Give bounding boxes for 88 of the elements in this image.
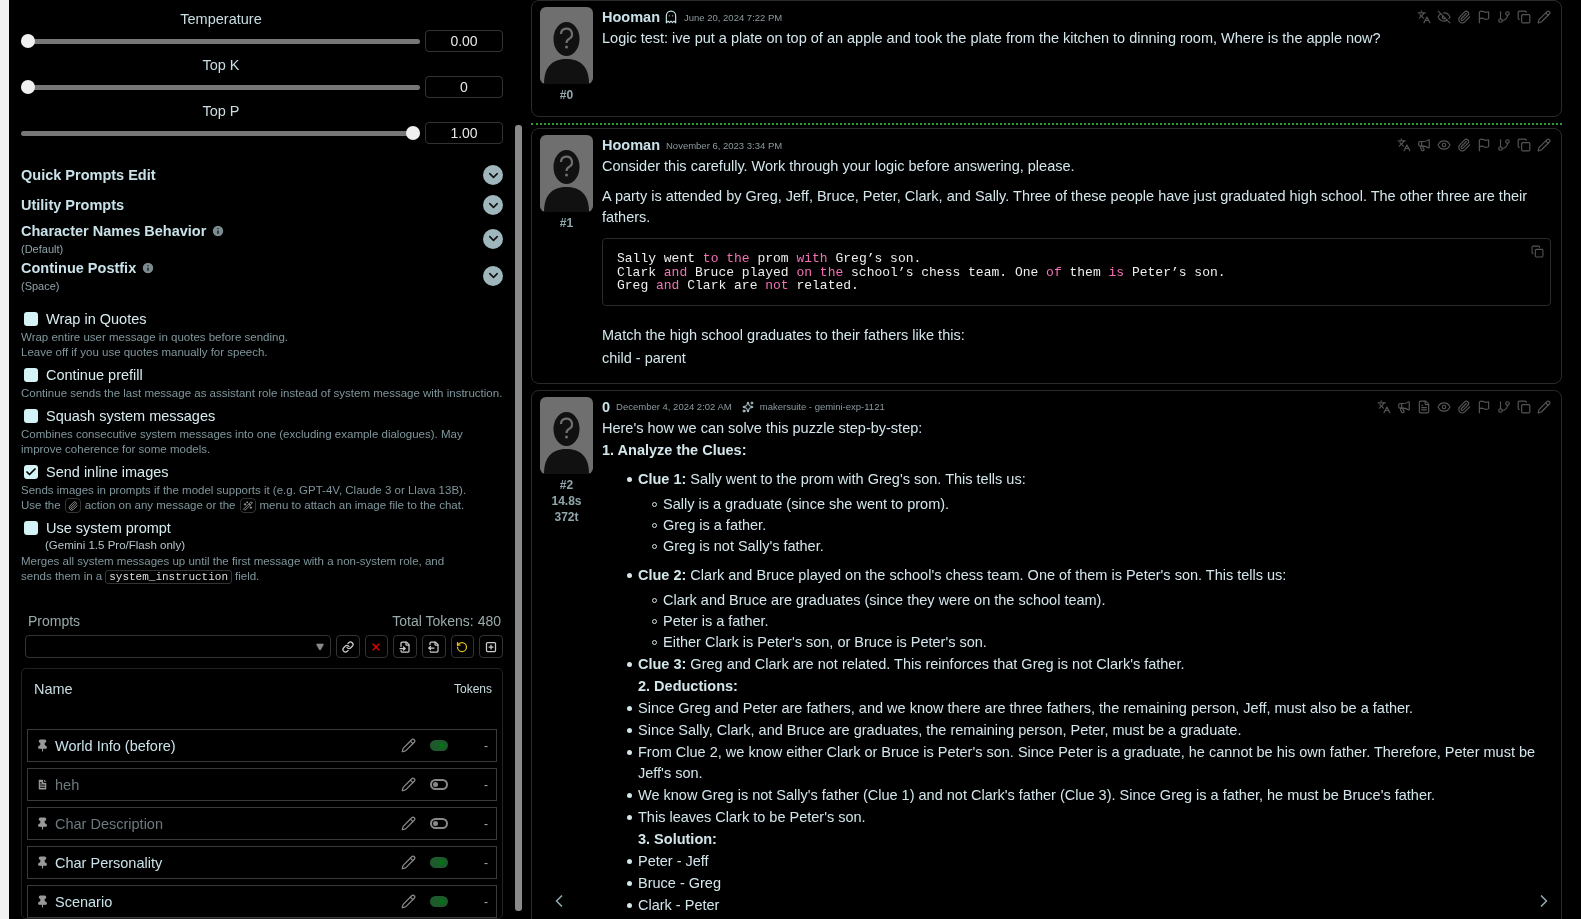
code-block: Sally went to the prom with Greg’s son. Clark and Bruce played on the school’s chess team. One of them is Peter’s son. Greg and Clark are not related. <box>602 238 1551 306</box>
token-count: - <box>484 777 488 792</box>
prompt-row[interactable]: World Info (before) - <box>27 729 497 762</box>
slider-label: Top P <box>201 102 241 120</box>
prompt-name: heh <box>55 776 81 793</box>
prompt-row[interactable]: heh - <box>27 768 497 801</box>
option-label: Use system prompt <box>46 520 171 536</box>
list-item: Greg is not Sally's father. <box>652 535 1551 557</box>
token-count: - <box>484 855 488 870</box>
prompt-name: World Info (before) <box>55 737 177 754</box>
prompts-title: Prompts <box>28 613 81 629</box>
section-title: Utility Prompts <box>21 197 125 213</box>
message-text: child - parent <box>602 348 687 368</box>
message-heading: 1. Analyze the Clues: <box>602 440 748 460</box>
list-item: Peter is a father. <box>652 610 1551 632</box>
token-count: 372t <box>554 509 579 524</box>
option-description: sends them in a <box>21 570 103 582</box>
message-text: Here's how we can solve this puzzle step-by-step: <box>602 418 924 438</box>
section-title: Quick Prompts Edit <box>21 167 156 183</box>
option-label: Continue prefill <box>46 366 143 383</box>
author-name: Hooman <box>602 137 660 153</box>
list-item: Clue 3: Greg and Clark are not related. This reinforces that Greg is not Clark's father. <box>627 653 1551 675</box>
option-description: action on any message or the <box>84 498 236 511</box>
model-name: makersuite - gemini-exp-1121 <box>759 401 885 412</box>
section-value: (Default) <box>21 242 65 255</box>
value-field[interactable]: 0.00 <box>425 30 503 52</box>
list-item: Since Greg and Peter are fathers, and we know there are three fathers, the remaining person, Jeff, must also be a father. <box>627 697 1551 719</box>
message-id: #1 <box>559 216 574 230</box>
token-count: - <box>484 738 488 753</box>
token-count: - <box>484 816 488 831</box>
list-item: From Clue 2, we know either Clark or Bruce is Peter's son. Since Peter is a graduate, he cannot be his own father. Therefore, Peter must be Jeff's son. <box>627 741 1551 784</box>
slider-label: Temperature <box>179 10 263 28</box>
value-field[interactable]: 1.00 <box>425 122 503 144</box>
list-item: Either Clark is Peter's son, or Bruce is Peter's son. <box>652 631 1551 653</box>
option-description: Merges all system messages up until the first message with a non-system role, and <box>21 555 445 567</box>
message-text: Logic test: ive put a plate on top of an apple and took the plate from the kitchen to dinning room, Where is the apple now? <box>602 29 1382 48</box>
timestamp: June 20, 2024 7:22 PM <box>684 11 783 23</box>
message-text: Consider this carefully. Work through your logic before answering, please. <box>602 157 1076 176</box>
message-text: A party is attended by Greg, Jeff, Bruce, Peter, Clark, and Sally. Three of these people have just graduated high school. The other three are their fathers. <box>602 187 1529 227</box>
list-item: Clark and Bruce are graduates (since they were on the school team). <box>652 589 1551 611</box>
list-item: Clue 1: Sally went to the prom with Greg's son. This tells us: <box>627 468 1551 490</box>
option-description: Wrap entire user message in quotes before sending. <box>21 330 288 343</box>
author-name: 0 <box>602 398 611 415</box>
option-description: Continue sends the last message as assistant role instead of system message with instruction. <box>21 386 503 399</box>
section-title: Continue Postfix <box>21 259 137 276</box>
author-name: Hooman <box>602 9 660 25</box>
option-description: field. <box>235 570 260 582</box>
token-count: - <box>484 894 488 909</box>
prompt-name: Scenario <box>55 893 114 910</box>
list-item: This leaves Clark to be Peter's son. <box>627 806 1551 828</box>
option-description: Combines consecutive system messages into one (excluding example dialogues). May improve coherence for some models. <box>21 427 463 455</box>
message-id: #2 <box>559 477 574 492</box>
list-item: Clue 2: Clark and Bruce played on the school's chess team. One of them is Peter's son. This tells us: <box>627 564 1551 586</box>
section-title: Character Names Behavior <box>21 222 207 239</box>
value-field[interactable]: 0 <box>425 76 503 98</box>
prompt-row[interactable]: Char Personality - <box>27 846 497 879</box>
list-item: Greg is a father. <box>652 514 1551 536</box>
timestamp: December 4, 2024 2:02 AM <box>616 401 732 412</box>
message-text: Match the high school graduates to their fathers like this: <box>602 325 966 345</box>
timestamp: November 6, 2023 3:34 PM <box>666 139 783 151</box>
option-description: menu to attach an image file to the chat. <box>259 498 465 511</box>
list-item: Bruce - Greg <box>627 872 1551 894</box>
response-time: 14.8s <box>551 493 582 508</box>
option-description: Use the <box>21 498 61 511</box>
message-heading: 3. Solution: <box>637 829 718 849</box>
total-tokens: Total Tokens: 480 <box>392 613 501 629</box>
option-description: Sends images in prompts if the model supports it (e.g. GPT-4V, Claude 3 or Llava 13B). <box>21 483 467 496</box>
prompt-row[interactable]: Char Description - <box>27 807 497 840</box>
option-label: Send inline images <box>46 463 169 480</box>
column-header: Name <box>34 681 73 697</box>
list-item: Since Sally, Clark, and Bruce are graduates, the remaining person, Peter, must be a graduate. <box>627 719 1551 741</box>
message-id: #0 <box>559 88 574 102</box>
column-header: Tokens <box>453 682 492 696</box>
slider-label: Top K <box>201 56 241 74</box>
message-heading: 2. Deductions: <box>637 676 739 696</box>
prompt-row[interactable]: Scenario - <box>27 885 497 918</box>
option-note: (Gemini 1.5 Pro/Flash only) <box>44 539 186 551</box>
list-item: Clark - Peter <box>627 894 1551 916</box>
list-item: Sally is a graduate (since she went to prom). <box>652 493 1551 515</box>
list-item: We know Greg is not Sally's father (Clue 1) and not Clark's father (Clue 3). Since Greg is a father, he must be Bruce's father. <box>627 784 1551 806</box>
option-label: Squash system messages <box>46 407 216 424</box>
prompt-name: Char Description <box>55 815 164 832</box>
code-text: system_instruction <box>105 570 232 584</box>
section-value: (Space) <box>21 279 61 292</box>
option-label: Wrap in Quotes <box>46 310 147 327</box>
list-item: Peter - Jeff <box>627 850 1551 872</box>
prompt-name: Char Personality <box>55 854 164 871</box>
option-description: Leave off if you use quotes manually for speech. <box>21 345 268 358</box>
